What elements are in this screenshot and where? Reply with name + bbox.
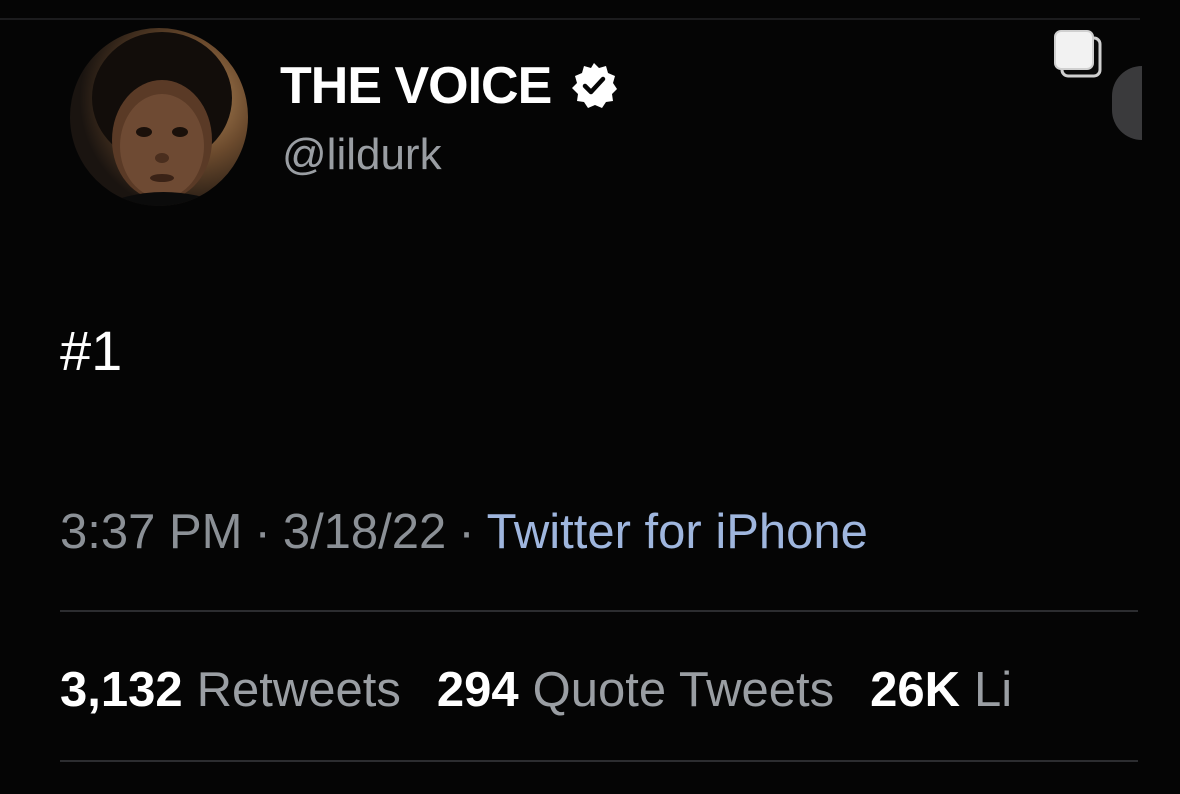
tweet-source-link[interactable]: Twitter for iPhone — [487, 505, 868, 559]
meta-separator: · — [254, 505, 271, 559]
retweets-stat[interactable]: 3,132 Retweets — [60, 663, 437, 717]
side-panel-tab[interactable] — [1112, 66, 1142, 140]
author-name-row[interactable]: THE VOICE — [280, 56, 619, 116]
retweets-label: Retweets — [196, 663, 401, 717]
quote-tweets-count: 294 — [436, 663, 519, 717]
likes-count: 26K — [870, 663, 960, 717]
author-handle[interactable]: @lildurk — [282, 130, 442, 180]
tweet-date[interactable]: 3/18/22 — [283, 505, 447, 559]
quote-tweets-stat[interactable]: 294 Quote Tweets — [437, 663, 870, 717]
top-divider — [0, 18, 1140, 20]
avatar[interactable] — [70, 28, 248, 206]
likes-stat[interactable]: 26K Li — [870, 663, 1048, 717]
tweet-meta: 3:37 PM · 3/18/22 · Twitter for iPhone — [60, 504, 868, 560]
copy-icon[interactable] — [1052, 28, 1104, 80]
retweets-count: 3,132 — [60, 663, 183, 717]
quote-tweets-label: Quote Tweets — [532, 663, 835, 717]
tweet-time: 3:37 PM — [60, 505, 243, 559]
author-display-name[interactable]: THE VOICE — [280, 56, 552, 116]
verified-badge-icon — [569, 61, 619, 111]
tweet-text: #1 — [60, 319, 123, 382]
tweet-stats: 3,132 Retweets 294 Quote Tweets 26K Li — [60, 662, 1138, 718]
divider — [60, 610, 1138, 612]
avatar-image — [92, 32, 232, 206]
divider — [60, 760, 1138, 762]
likes-label: Li — [974, 663, 1013, 717]
meta-separator: · — [458, 505, 475, 559]
